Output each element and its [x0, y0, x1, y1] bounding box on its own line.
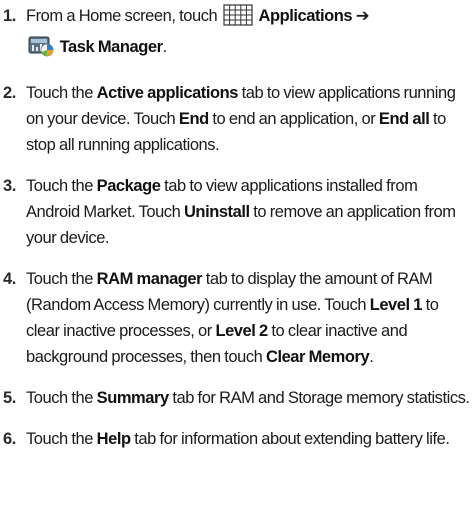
text-span: tab for RAM and Storage memory statistic… — [168, 389, 470, 407]
bold-term: Level 1 — [369, 296, 423, 314]
bold-term: RAM manager — [96, 270, 203, 288]
text-span: tab for information about extending batt… — [130, 430, 450, 448]
step-1-text-a: From a Home screen, touch — [26, 7, 218, 25]
step-number: 2. — [3, 84, 16, 102]
step-text: Touch the Summary tab for RAM and Storag… — [26, 385, 472, 411]
text-span: to end an application, or — [208, 110, 379, 128]
bold-term: End — [178, 110, 209, 128]
step-number: 1. — [3, 7, 16, 25]
step-3: 3. Touch the Package tab to view applica… — [0, 173, 474, 251]
applications-grid-icon — [223, 4, 253, 34]
step-number: 5. — [3, 389, 16, 407]
bold-term: Package — [96, 177, 161, 195]
step-1-period: . — [162, 38, 168, 56]
instructions-page: 1. From a Home screen, touch Application… — [0, 0, 474, 515]
bold-term: End all — [378, 110, 430, 128]
step-text: From a Home screen, touch Applications ➔… — [26, 3, 472, 65]
text-span: . — [369, 348, 374, 366]
task-manager-icon — [28, 35, 54, 65]
text-span: Touch the — [26, 84, 97, 102]
bold-term: Uninstall — [183, 203, 250, 221]
bold-term: Active applications — [96, 84, 239, 102]
arrow-icon: ➔ — [355, 7, 370, 25]
step-6: 6. Touch the Help tab for information ab… — [0, 426, 474, 452]
bold-term: Level 2 — [215, 322, 268, 340]
text-span: Touch the — [26, 270, 97, 288]
text-span: Touch the — [26, 177, 97, 195]
text-span: Touch the — [26, 389, 97, 407]
bold-term: Help — [96, 430, 131, 448]
steps-list: 1. From a Home screen, touch Application… — [0, 3, 474, 452]
bold-term: Clear Memory — [265, 348, 370, 366]
step-text: Touch the Help tab for information about… — [26, 426, 472, 452]
step-1: 1. From a Home screen, touch Application… — [0, 3, 474, 65]
step-1-bold-task-manager: Task Manager — [59, 38, 163, 56]
step-text: Touch the Package tab to view applicatio… — [26, 173, 472, 251]
step-number: 4. — [3, 270, 16, 288]
step-1-bold-applications: Applications — [258, 7, 353, 25]
text-span: Touch the — [26, 430, 97, 448]
step-2: 2. Touch the Active applications tab to … — [0, 80, 474, 158]
step-text: Touch the Active applications tab to vie… — [26, 80, 472, 158]
step-text: Touch the RAM manager tab to display the… — [26, 266, 472, 370]
step-4: 4. Touch the RAM manager tab to display … — [0, 266, 474, 370]
step-number: 3. — [3, 177, 16, 195]
bold-term: Summary — [96, 389, 170, 407]
step-number: 6. — [3, 430, 16, 448]
step-5: 5. Touch the Summary tab for RAM and Sto… — [0, 385, 474, 411]
